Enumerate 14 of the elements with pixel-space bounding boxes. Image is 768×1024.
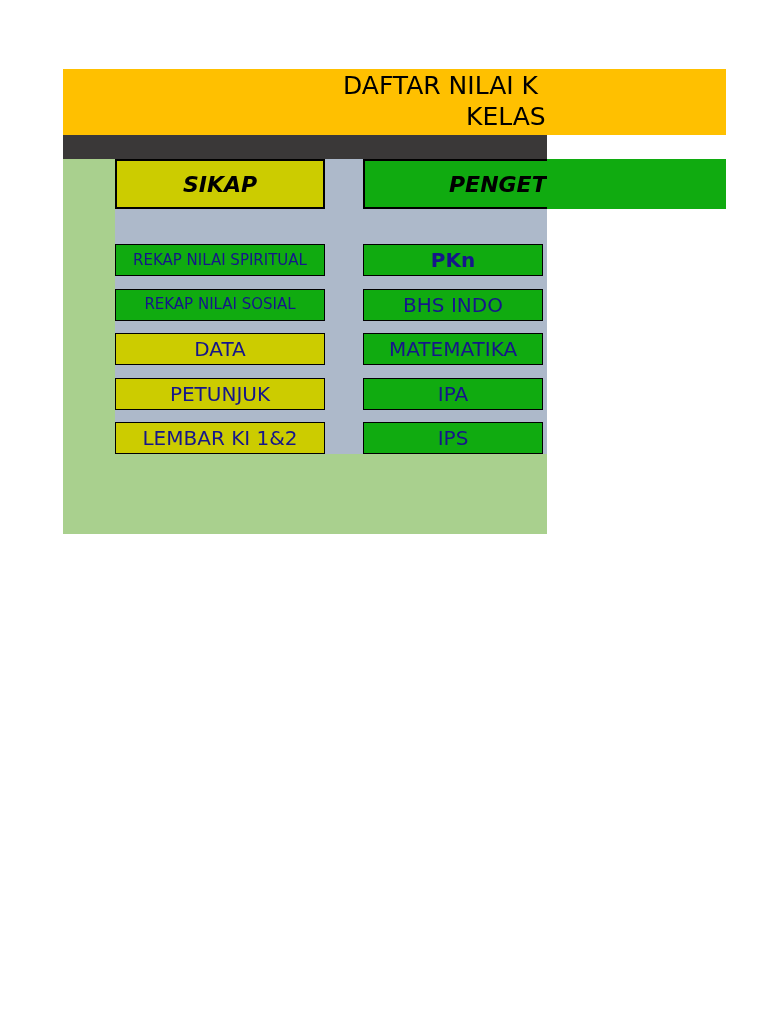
sheet-button[interactable]: LEMBAR KI 1&2: [115, 422, 325, 454]
section-heading: PENGET: [363, 159, 547, 209]
sheet-button[interactable]: PETUNJUK: [115, 377, 325, 410]
sheet-button[interactable]: BHS INDO: [363, 288, 543, 321]
section-heading: SIKAP: [115, 159, 325, 209]
sheet-button[interactable]: DATA: [115, 333, 325, 365]
title-text: KELAS: [466, 101, 546, 132]
sheet-button[interactable]: REKAP NILAI SPIRITUAL: [115, 244, 325, 276]
sheet-button[interactable]: REKAP NILAI SOSIAL: [115, 288, 325, 321]
sheet-button[interactable]: MATEMATIKA: [363, 333, 543, 365]
sheet-button[interactable]: IPS: [363, 422, 543, 454]
title-text: DAFTAR NILAI K: [343, 70, 538, 101]
sheet-button[interactable]: IPA: [363, 377, 543, 410]
sheet-button[interactable]: PKn: [363, 244, 543, 276]
